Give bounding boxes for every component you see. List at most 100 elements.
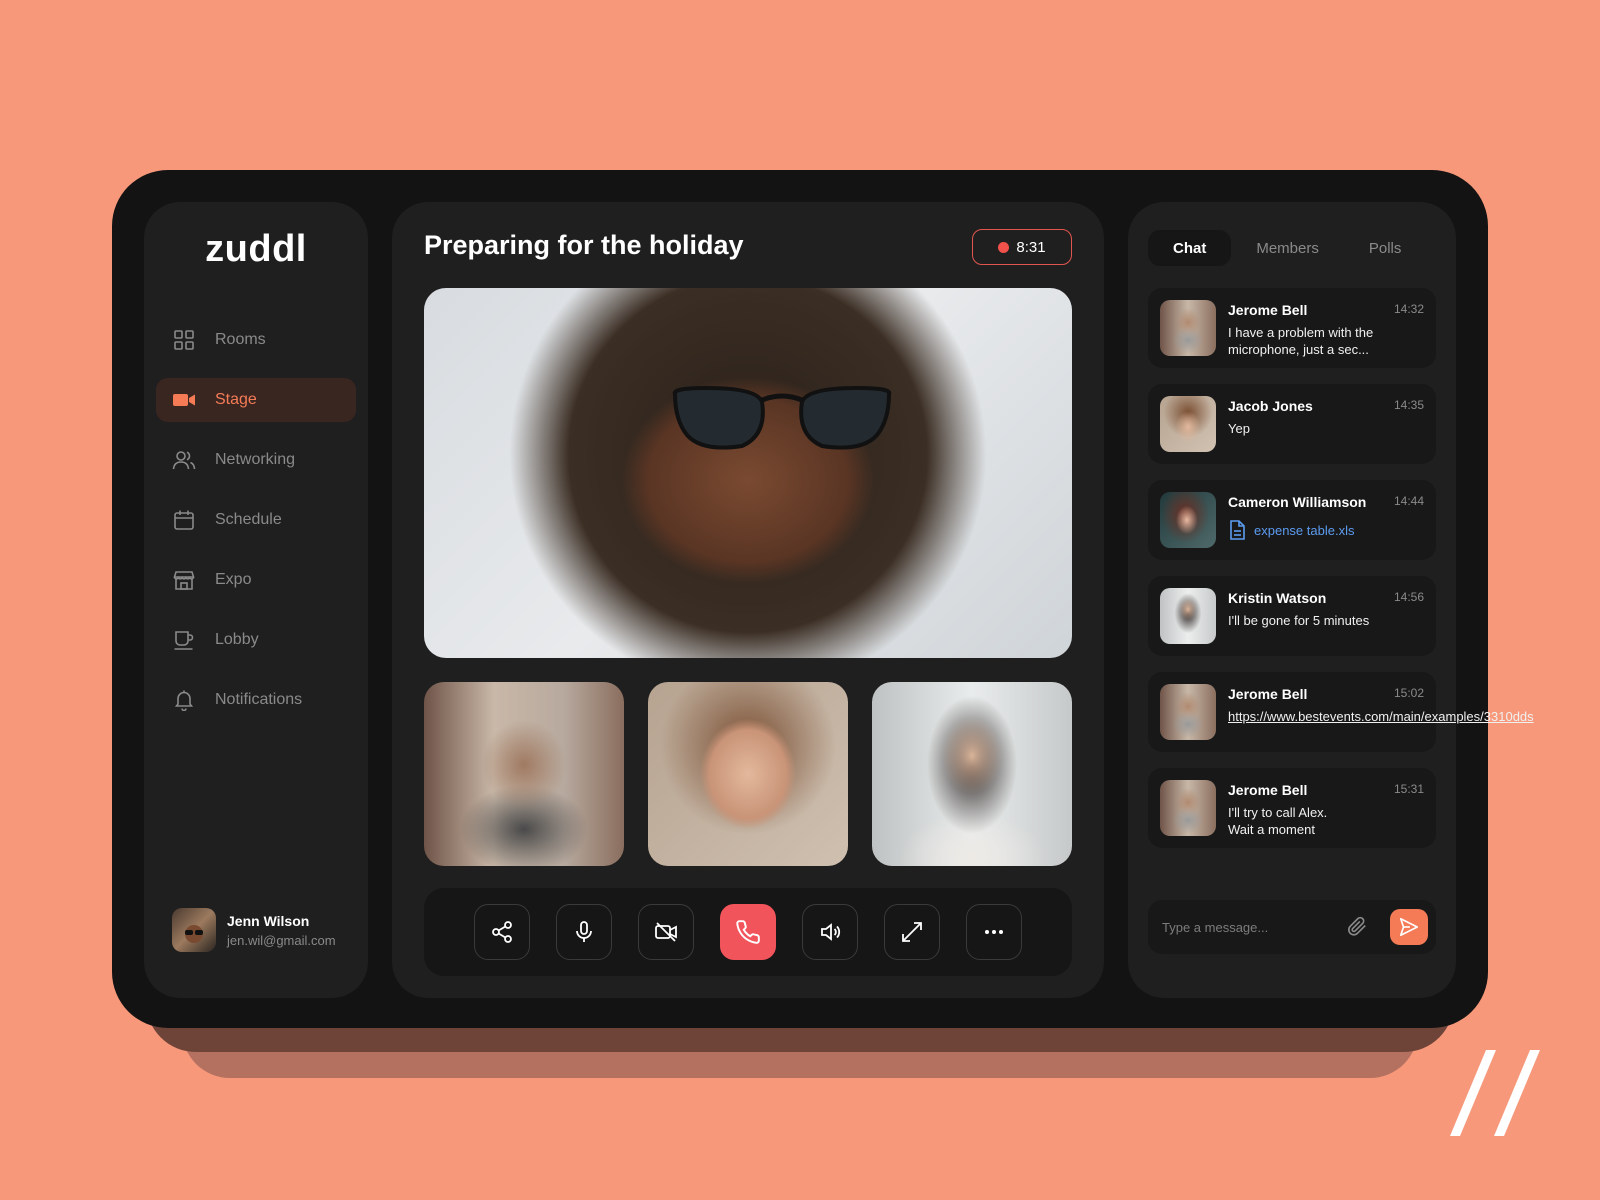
fullscreen-button[interactable] (884, 904, 940, 960)
current-user[interactable]: Jenn Wilson jen.wil@gmail.com (172, 908, 336, 952)
microphone-icon (576, 921, 592, 942)
message-time: 14:35 (1393, 398, 1424, 412)
send-button[interactable] (1390, 909, 1428, 945)
sidebar-item-lobby[interactable]: Lobby (156, 618, 356, 662)
tab-members[interactable]: Members (1231, 230, 1344, 266)
avatar (1160, 684, 1216, 740)
sidebar-item-label: Rooms (215, 331, 266, 348)
app-logo: zuddl (205, 228, 307, 270)
more-icon (985, 930, 1003, 934)
camera-off-icon (655, 922, 677, 942)
sidebar-item-label: Expo (215, 571, 252, 588)
speaker-button[interactable] (802, 904, 858, 960)
camera-toggle-button[interactable] (638, 904, 694, 960)
message-text: I'll try to call Alex. Wait a moment (1228, 804, 1424, 838)
end-call-button[interactable] (720, 904, 776, 960)
file-attachment[interactable]: expense table.xls (1228, 520, 1354, 540)
message-time: 14:56 (1393, 590, 1424, 604)
sidebar-item-label: Lobby (215, 631, 259, 648)
sidebar-item-label: Notifications (215, 691, 303, 708)
message-text: I have a problem with the microphone, ju… (1228, 325, 1374, 357)
list-item[interactable]: Kristin Watson 14:56 I'll be gone for 5 … (1148, 576, 1436, 656)
sidebar-item-rooms[interactable]: Rooms (156, 318, 356, 362)
main-video-feed[interactable] (424, 288, 1072, 658)
message-text: I'll be gone for 5 minutes (1228, 613, 1370, 628)
coffee-cup-icon (172, 628, 196, 652)
share-button[interactable] (474, 904, 530, 960)
stage-panel: Preparing for the holiday 8:31 (392, 202, 1104, 998)
more-button[interactable] (966, 904, 1022, 960)
paperclip-icon (1348, 916, 1366, 936)
sunglasses-shape (672, 385, 892, 450)
chat-tabs: Chat Members Polls (1148, 230, 1426, 266)
user-email: jen.wil@gmail.com (227, 932, 336, 948)
sidebar-item-stage[interactable]: Stage (156, 378, 356, 422)
message-line: I'll try to call Alex. (1228, 805, 1328, 820)
avatar (172, 908, 216, 952)
sidebar-item-label: Stage (215, 391, 257, 408)
slash-logo-mark (1450, 1050, 1540, 1136)
avatar (1160, 396, 1216, 452)
message-author: Jacob Jones (1228, 398, 1313, 414)
participant-video[interactable] (872, 682, 1072, 866)
message-input[interactable] (1162, 900, 1342, 954)
avatar (1160, 588, 1216, 644)
message-time: 14:32 (1393, 302, 1424, 316)
message-time: 15:02 (1393, 686, 1424, 700)
calendar-icon (172, 508, 196, 532)
sidebar-item-label: Schedule (215, 511, 282, 528)
timer-value: 8:31 (1016, 238, 1046, 256)
record-dot-icon (998, 241, 1010, 253)
tab-polls[interactable]: Polls (1344, 230, 1427, 266)
users-icon (172, 448, 196, 472)
speaker-icon (821, 923, 841, 941)
sidebar-item-label: Networking (215, 451, 296, 468)
recording-timer: 8:31 (972, 229, 1072, 265)
participant-thumbnails (424, 682, 1072, 866)
avatar (1160, 492, 1216, 548)
message-list: Jerome Bell 14:32 I have a problem with … (1148, 288, 1534, 864)
list-item[interactable]: Jerome Bell 15:02 https://www.bestevents… (1148, 672, 1534, 752)
chat-panel: Chat Members Polls Jerome Bell 14:32 I h… (1128, 202, 1534, 998)
list-item[interactable]: Jacob Jones 14:35 Yep (1148, 384, 1436, 464)
list-item[interactable]: Cameron Williamson 14:44 expense table.x… (1148, 480, 1436, 560)
message-time: 15:31 (1393, 782, 1424, 796)
message-author: Cameron Williamson (1228, 494, 1367, 510)
call-controls (424, 888, 1072, 976)
list-item[interactable]: Jerome Bell 15:31 I'll try to call Alex.… (1148, 768, 1436, 848)
document-icon (1230, 520, 1245, 540)
share-icon (492, 921, 512, 943)
attach-button[interactable] (1346, 915, 1370, 939)
sidebar-item-expo[interactable]: Expo (156, 558, 356, 602)
grid-icon (172, 328, 196, 352)
message-author: Kristin Watson (1228, 590, 1327, 606)
sidebar: zuddl Rooms Stage Networking Schedule Ex… (144, 202, 368, 998)
participant-video[interactable] (424, 682, 624, 866)
sidebar-item-networking[interactable]: Networking (156, 438, 356, 482)
participant-video[interactable] (648, 682, 848, 866)
store-icon (172, 568, 196, 592)
message-time: 14:44 (1393, 494, 1424, 508)
fullscreen-icon (902, 922, 922, 942)
microphone-button[interactable] (556, 904, 612, 960)
file-name: expense table.xls (1254, 522, 1355, 538)
message-author: Jerome Bell (1228, 302, 1308, 318)
bell-icon (172, 688, 196, 712)
message-text: Yep (1228, 421, 1250, 436)
tab-chat[interactable]: Chat (1148, 230, 1232, 266)
page-title: Preparing for the holiday (424, 230, 744, 260)
message-link[interactable]: https://www.bestevents.com/main/examples… (1228, 708, 1534, 725)
list-item[interactable]: Jerome Bell 14:32 I have a problem with … (1148, 288, 1436, 368)
message-composer (1148, 900, 1436, 954)
message-author: Jerome Bell (1228, 686, 1308, 702)
sidebar-item-notifications[interactable]: Notifications (156, 678, 356, 722)
user-name: Jenn Wilson (227, 912, 310, 929)
avatar (1160, 780, 1216, 836)
sidebar-item-schedule[interactable]: Schedule (156, 498, 356, 542)
end-call-icon (736, 920, 760, 944)
video-camera-icon (172, 388, 196, 412)
avatar (1160, 300, 1216, 356)
message-author: Jerome Bell (1228, 782, 1308, 798)
message-line: Wait a moment (1228, 822, 1315, 837)
send-icon (1399, 917, 1419, 937)
